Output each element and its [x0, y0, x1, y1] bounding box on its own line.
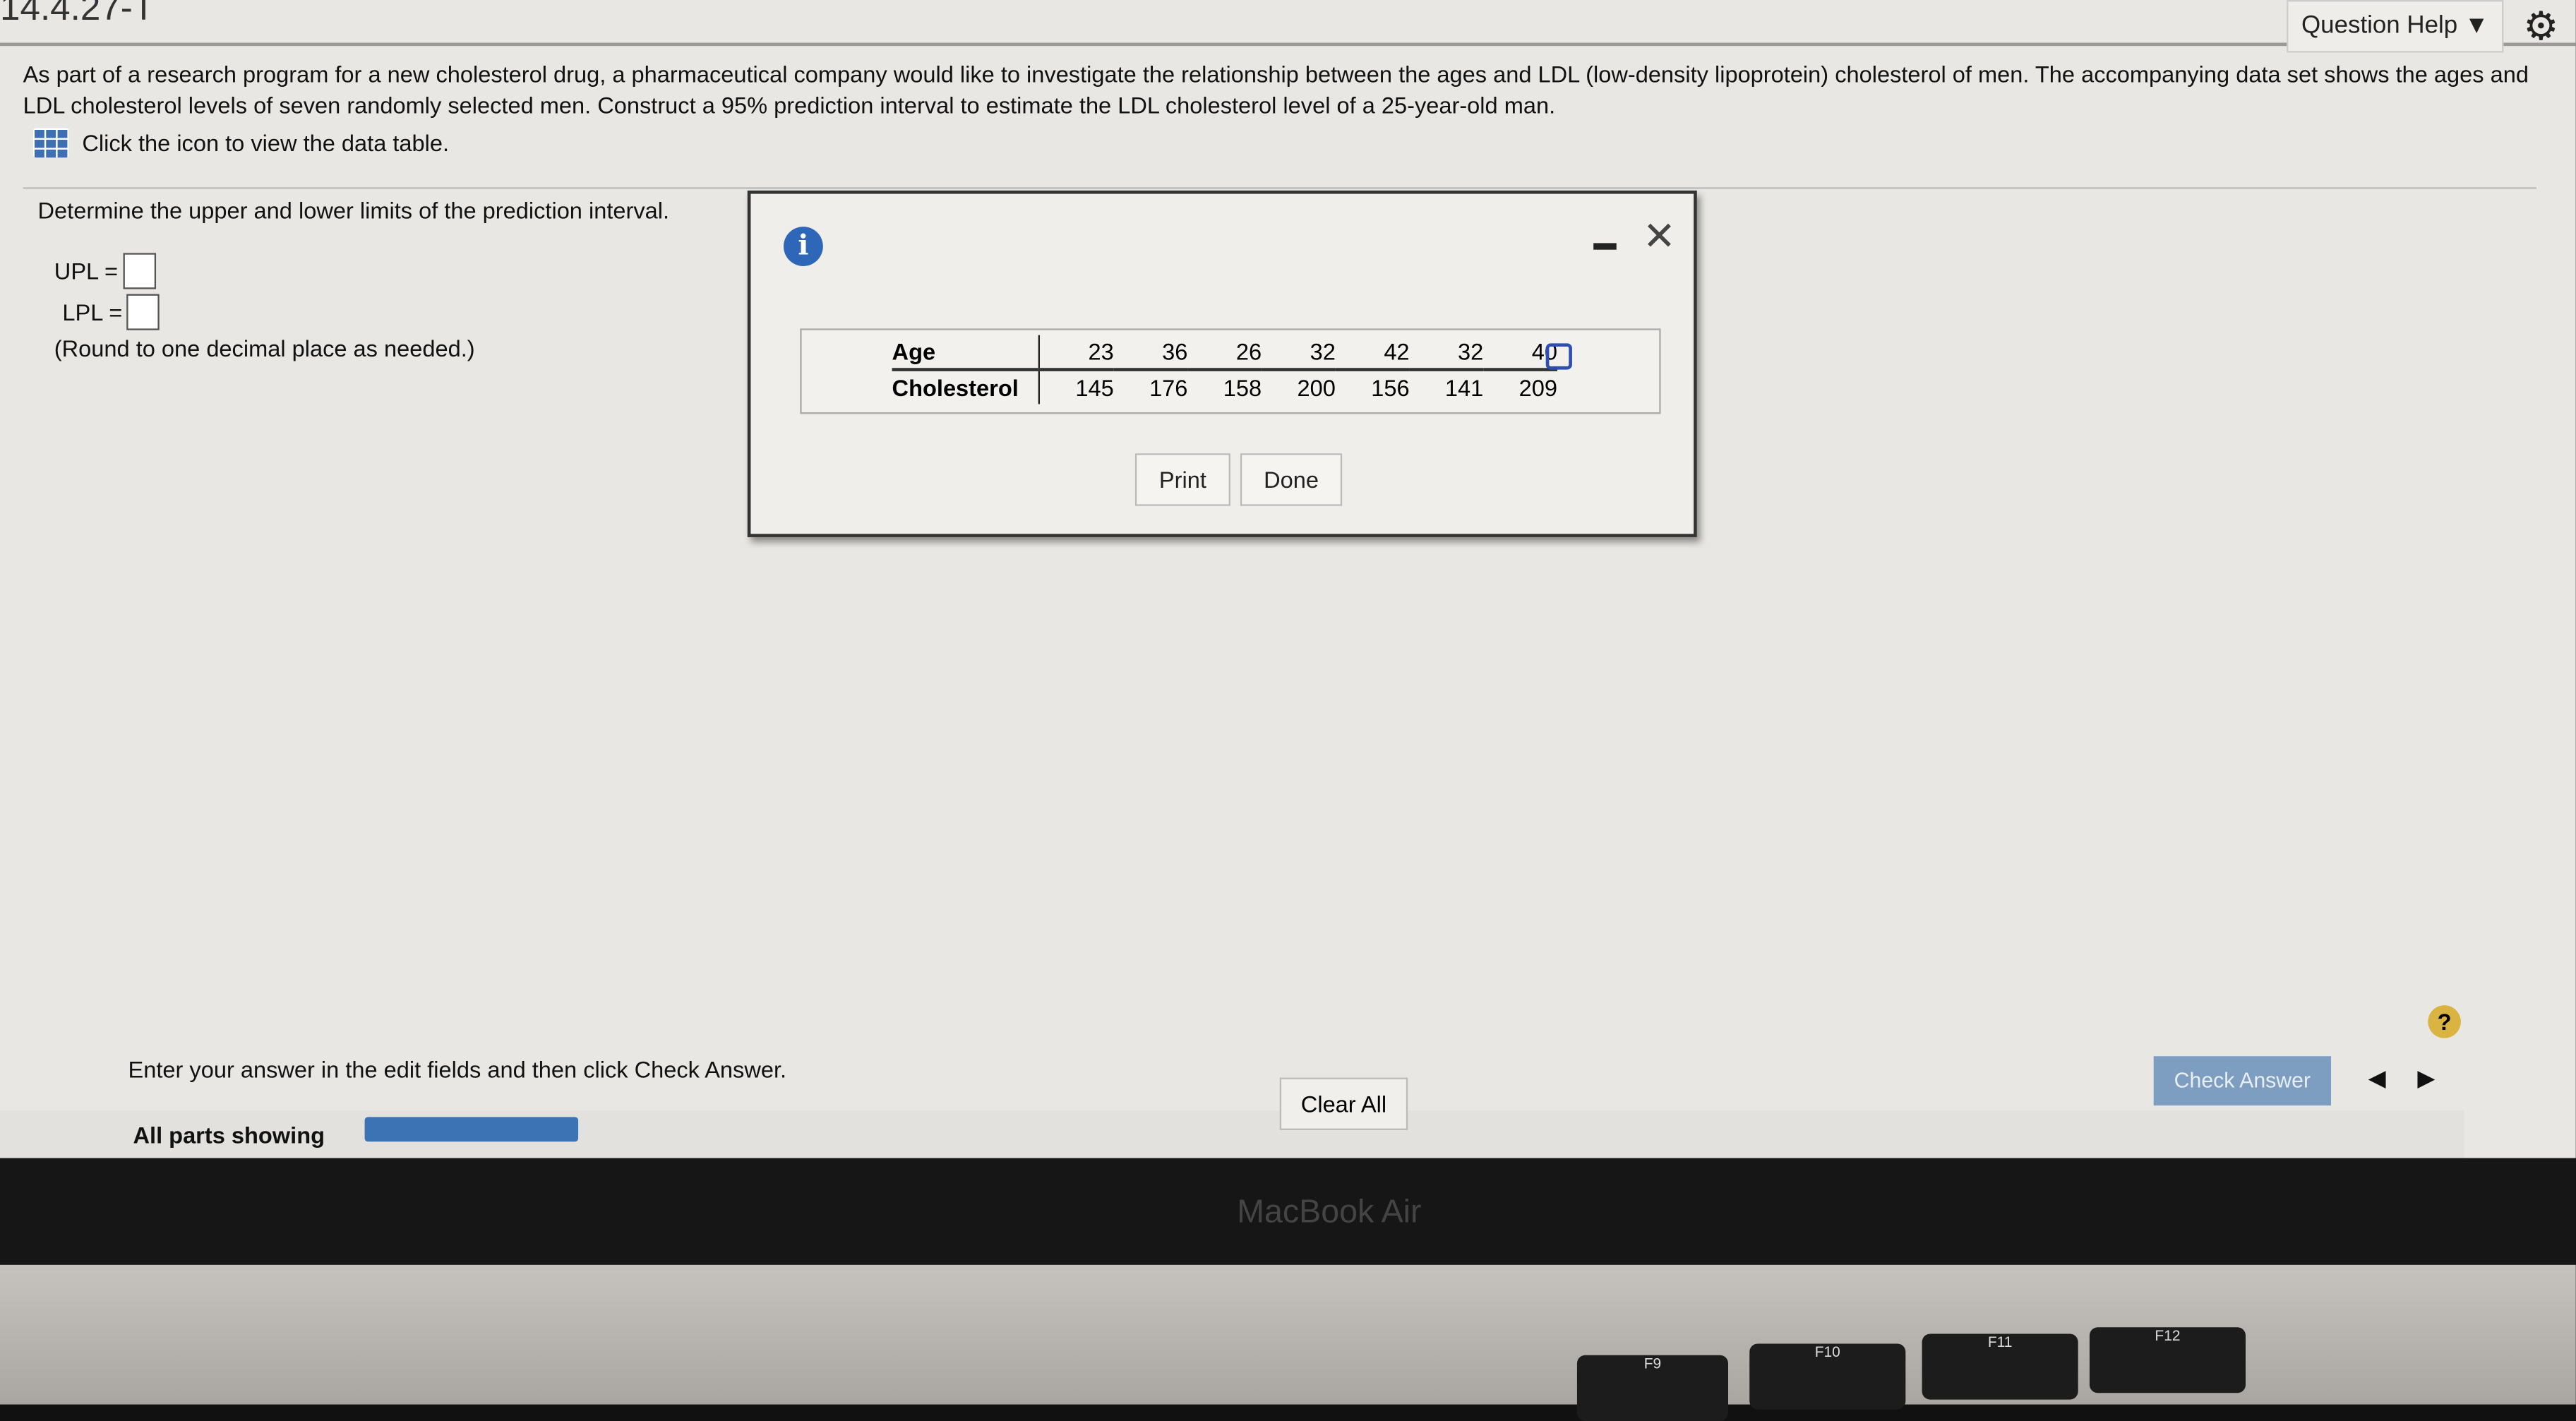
previous-button[interactable]: ◀	[2354, 1056, 2400, 1099]
key-f10: F10	[1749, 1343, 1906, 1410]
question-number: 14.4.27-T	[0, 0, 155, 28]
table-cell: 26	[1187, 335, 1262, 371]
data-table-link[interactable]: Click the icon to view the data table.	[32, 128, 450, 158]
table-row: Cholesterol 145 176 158 200 156 141 209	[892, 369, 1557, 404]
gear-icon[interactable]: ⚙	[2523, 4, 2558, 51]
table-cell: 32	[1262, 335, 1336, 371]
copy-icon[interactable]	[1545, 343, 1572, 370]
row-header: Cholesterol	[892, 369, 1040, 404]
keyboard-deck: F9 F10 F11 F12	[0, 1264, 2576, 1421]
table-icon[interactable]	[32, 128, 69, 158]
table-cell: 200	[1297, 374, 1336, 401]
question-intro: As part of a research program for a new …	[23, 61, 2529, 119]
row-header: Age	[892, 335, 1040, 371]
table-cell: 141	[1444, 374, 1484, 401]
print-button[interactable]: Print	[1134, 453, 1230, 506]
screen: 14.4.27-T Question Help ▼ ⚙ As part of a…	[0, 0, 2576, 1160]
check-answer-button[interactable]: Check Answer	[2153, 1056, 2332, 1106]
table-row: Age 23 36 26 32 42 32 40	[892, 335, 1557, 371]
done-button[interactable]: Done	[1240, 453, 1343, 506]
table-cell: 156	[1371, 374, 1410, 401]
data-table-dialog: i ✕ Age 23 36 26 32 42 32 40 Cholesterol 145 176 15…	[747, 190, 1697, 537]
data-table-link-text: Click the icon to view the data table.	[82, 129, 450, 157]
close-icon[interactable]: ✕	[1643, 214, 1676, 261]
help-icon[interactable]: ?	[2428, 1005, 2461, 1038]
table-cell: 32	[1409, 335, 1484, 371]
parts-progress-bar	[364, 1117, 579, 1142]
upl-row: UPL =	[54, 253, 156, 289]
lpl-label: LPL =	[62, 299, 123, 325]
minimize-icon[interactable]	[1593, 243, 1617, 250]
data-table: Age 23 36 26 32 42 32 40 Cholesterol 145 176 158 200…	[800, 328, 1661, 414]
round-note: (Round to one decimal place as needed.)	[54, 335, 475, 361]
info-icon: i	[783, 227, 823, 266]
key-f9: F9	[1576, 1355, 1729, 1421]
laptop-brand: MacBook Air	[1237, 1194, 1422, 1230]
all-parts-label: All parts showing	[133, 1122, 325, 1149]
table-cell: 23	[1038, 335, 1114, 371]
divider	[23, 187, 2536, 189]
key-label: F9	[1643, 1355, 1662, 1372]
clear-all-button[interactable]: Clear All	[1279, 1077, 1408, 1130]
footer-instruction: Enter your answer in the edit fields and…	[128, 1056, 787, 1083]
top-bar: 14.4.27-T	[0, 0, 2576, 47]
lpl-input[interactable]	[127, 294, 160, 330]
table-cell: 209	[1518, 374, 1557, 401]
question-help-button[interactable]: Question Help ▼	[2287, 0, 2504, 53]
upl-input[interactable]	[123, 253, 156, 289]
next-button[interactable]: ▶	[2403, 1056, 2449, 1099]
table-cell: 36	[1113, 335, 1188, 371]
upl-label: UPL =	[54, 258, 119, 284]
table-cell: 145	[1075, 374, 1114, 401]
table-cell: 158	[1223, 374, 1262, 401]
lpl-row: LPL =	[62, 294, 160, 330]
table-cell: 176	[1149, 374, 1188, 401]
key-label: F10	[1814, 1343, 1840, 1360]
data-table-grid: Age 23 36 26 32 42 32 40 Cholesterol 145 176 158 200…	[892, 335, 1557, 404]
question-prompt: Determine the upper and lower limits of …	[37, 197, 670, 224]
key-label: F11	[1987, 1333, 2013, 1350]
key-f12: F12	[2089, 1327, 2246, 1393]
key-label: F12	[2155, 1327, 2181, 1344]
key-f11: F11	[1922, 1333, 2078, 1400]
table-cell: 42	[1335, 335, 1410, 371]
